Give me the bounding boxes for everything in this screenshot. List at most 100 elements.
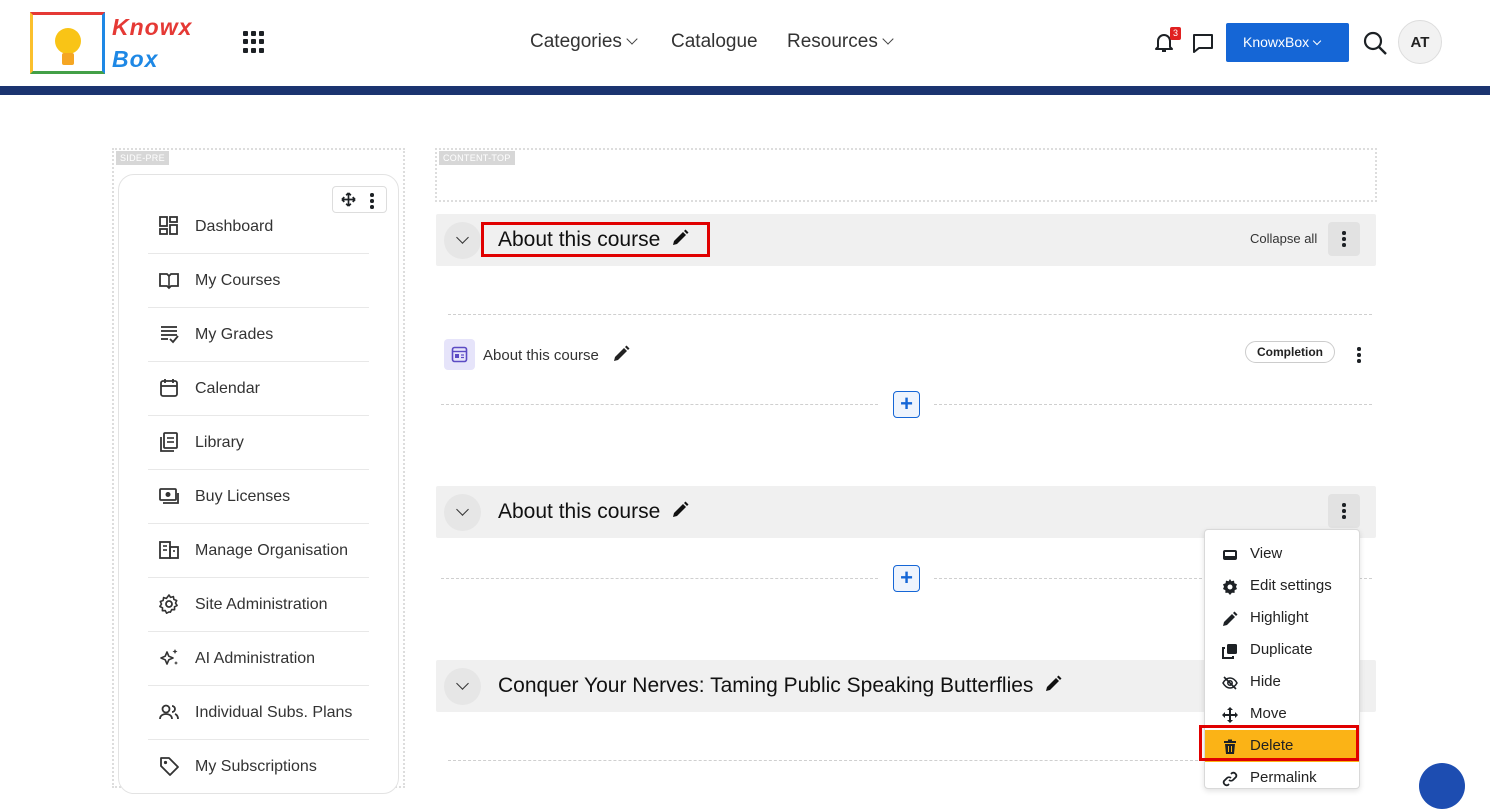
users-icon	[159, 704, 179, 720]
menu-item-label: View	[1250, 545, 1283, 562]
section-collapse-toggle[interactable]	[444, 668, 481, 705]
org-switcher-button[interactable]: KnowxBox	[1226, 23, 1349, 62]
sidebar-item-calendar[interactable]: Calendar	[148, 362, 369, 416]
page-activity-icon	[444, 339, 475, 370]
annotation-highlight-delete	[1199, 725, 1359, 761]
lightbulb-base	[62, 53, 74, 65]
sidebar-item-my-courses[interactable]: My Courses	[148, 254, 369, 308]
sidebar-item-my-grades[interactable]: My Grades	[148, 308, 369, 362]
chevron-down-icon	[1312, 36, 1322, 46]
user-avatar[interactable]: AT	[1398, 20, 1442, 64]
menu-item-label: Duplicate	[1250, 641, 1313, 658]
pencil-icon[interactable]	[612, 345, 630, 363]
chevron-down-icon	[626, 33, 638, 45]
chevron-down-icon	[456, 231, 469, 244]
pencil-icon[interactable]	[671, 501, 689, 519]
section-title[interactable]: Conquer Your Nerves: Taming Public Speak…	[498, 674, 1062, 698]
sidebar-item-individual-subs-plans[interactable]: Individual Subs. Plans	[148, 686, 369, 740]
lightbulb-icon	[55, 28, 81, 54]
sidebar-item-dashboard[interactable]: Dashboard	[148, 200, 369, 254]
nav-catalogue[interactable]: Catalogue	[671, 31, 758, 53]
annotation-highlight-section-title	[481, 222, 710, 257]
sidebar-item-label: Buy Licenses	[195, 488, 291, 505]
logo-text-box: Box	[112, 46, 159, 72]
sidebar-item-label: My Subscriptions	[195, 758, 317, 775]
nav-catalogue-label: Catalogue	[671, 31, 758, 52]
notification-badge: 3	[1170, 27, 1181, 40]
section-title-text: About this course	[498, 500, 661, 523]
menu-item-permalink[interactable]: Permalink	[1205, 762, 1359, 794]
logo-text-knowx: Knowx	[112, 14, 193, 40]
highlight-icon	[1223, 611, 1238, 626]
section-menu-button[interactable]	[1328, 494, 1360, 528]
sidebar-item-library[interactable]: Library	[148, 416, 369, 470]
sidebar-item-label: Library	[195, 434, 244, 451]
chevron-down-icon	[882, 33, 894, 45]
gear-icon	[159, 594, 178, 614]
nav-categories-label: Categories	[530, 31, 622, 52]
section-title[interactable]: About this course	[498, 500, 689, 524]
message-icon[interactable]	[1191, 31, 1215, 55]
sidebar-item-label: Site Administration	[195, 596, 328, 613]
section-collapse-toggle[interactable]	[444, 494, 481, 531]
header-divider	[0, 86, 1490, 95]
menu-item-highlight[interactable]: Highlight	[1205, 602, 1359, 634]
nav-resources-label: Resources	[787, 31, 878, 52]
sidebar-item-ai-administration[interactable]: AI Administration	[148, 632, 369, 686]
licenses-icon	[159, 488, 179, 504]
add-divider-right	[934, 404, 1372, 405]
side-pre-label: SIDE-PRE	[116, 151, 169, 165]
completion-button[interactable]: Completion	[1245, 341, 1335, 363]
section-menu-button[interactable]	[1328, 222, 1360, 256]
menu-item-hide[interactable]: Hide	[1205, 666, 1359, 698]
menu-item-label: Edit settings	[1250, 577, 1332, 594]
sidebar-item-label: Manage Organisation	[195, 542, 348, 559]
activity-kebab-icon[interactable]	[1357, 347, 1361, 363]
sidebar-item-site-administration[interactable]: Site Administration	[148, 578, 369, 632]
pencil-icon[interactable]	[1044, 675, 1062, 693]
kebab-icon	[1342, 503, 1346, 519]
menu-item-label: Hide	[1250, 673, 1281, 690]
search-icon[interactable]	[1362, 30, 1388, 56]
collapse-all-link[interactable]: Collapse all	[1250, 231, 1317, 246]
courses-icon	[159, 273, 179, 290]
org-switcher-label: KnowxBox	[1243, 34, 1310, 50]
menu-item-label: Highlight	[1250, 609, 1309, 626]
add-divider-left	[441, 578, 878, 579]
gear-icon	[1223, 579, 1237, 595]
menu-item-view[interactable]: View	[1205, 538, 1359, 570]
sidebar-item-label: My Grades	[195, 326, 274, 343]
kebab-icon[interactable]	[370, 193, 374, 209]
eye-slash-icon	[1222, 676, 1238, 690]
sidebar-item-buy-licenses[interactable]: Buy Licenses	[148, 470, 369, 524]
content-top-label: CONTENT-TOP	[439, 151, 515, 165]
help-button[interactable]	[1419, 763, 1465, 809]
site-logo[interactable]	[30, 12, 105, 74]
activity-name[interactable]: About this course	[483, 345, 630, 365]
add-content-button[interactable]: +	[893, 565, 920, 592]
app-grid-icon[interactable]	[243, 31, 265, 53]
organisation-icon	[159, 541, 179, 559]
add-divider-left	[441, 404, 878, 405]
nav-categories[interactable]: Categories	[530, 31, 638, 53]
nav-resources[interactable]: Resources	[787, 31, 894, 53]
top-navbar: Knowx Box Categories Catalogue Resources…	[0, 0, 1490, 86]
sidebar-item-my-subscriptions[interactable]: My Subscriptions	[148, 740, 369, 794]
sparkle-icon	[160, 649, 178, 665]
menu-item-duplicate[interactable]: Duplicate	[1205, 634, 1359, 666]
sidebar-item-label: Dashboard	[195, 218, 274, 235]
section-collapse-toggle[interactable]	[444, 222, 481, 259]
calendar-icon	[160, 379, 178, 397]
duplicate-icon	[1222, 644, 1237, 659]
menu-item-edit-settings[interactable]: Edit settings	[1205, 570, 1359, 602]
sidebar-item-manage-organisation[interactable]: Manage Organisation	[148, 524, 369, 578]
section-divider	[448, 314, 1372, 315]
view-icon	[1223, 550, 1237, 560]
add-content-button[interactable]: +	[893, 391, 920, 418]
activity-name-text: About this course	[483, 347, 599, 364]
menu-item-label: Move	[1250, 705, 1287, 722]
dashboard-icon	[159, 216, 178, 235]
content-top-region	[435, 148, 1377, 202]
tag-icon	[160, 757, 179, 776]
kebab-icon	[1342, 231, 1346, 247]
